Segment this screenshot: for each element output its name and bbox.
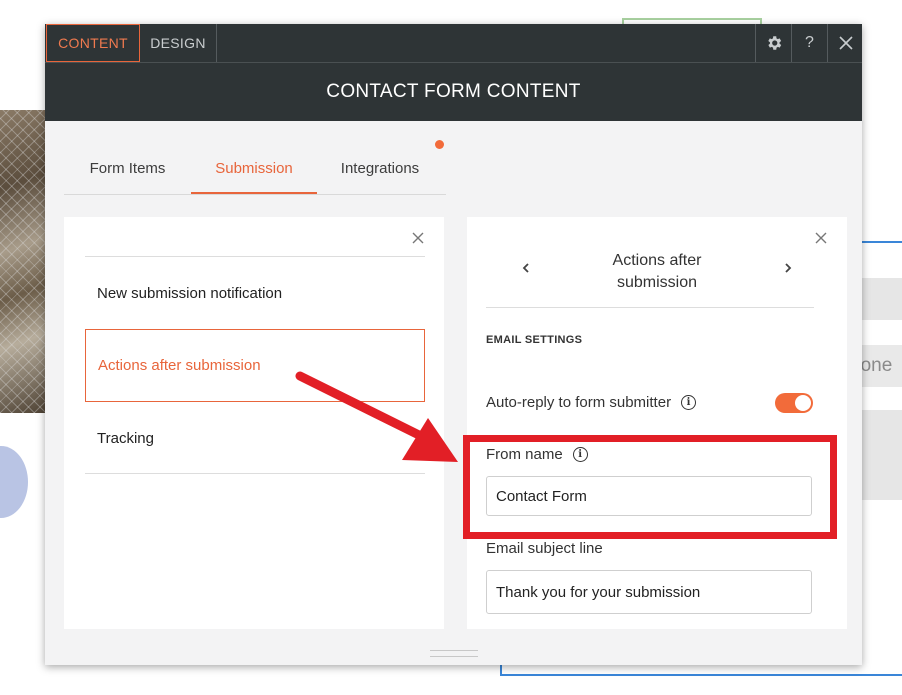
background-form-field [862,410,902,500]
auto-reply-label: Auto-reply to form submitter [486,394,672,411]
card-title: Actions after submission [567,250,747,294]
divider [85,256,425,257]
from-name-label-row: From name i [486,446,588,463]
help-button[interactable]: ? [791,24,827,62]
panel-title: CONTACT FORM CONTENT [45,63,862,121]
card-title-line: submission [616,274,698,291]
background-photo [0,110,46,413]
chevron-right-icon [785,263,792,273]
background-form-field [862,278,902,320]
close-card-button[interactable] [813,230,829,246]
email-subject-label: Email subject line [486,540,603,557]
close-icon [412,232,424,244]
option-tracking[interactable]: Tracking [85,418,425,458]
submission-options-card: New submission notification Actions afte… [64,217,444,629]
auto-reply-toggle[interactable] [775,393,813,413]
from-name-label: From name [486,446,563,463]
subtab-bar: Form Items Submission Integrations [64,144,446,195]
contact-form-settings-panel: CONTENT DESIGN ? CONTACT FORM CONTENT Fo… [45,24,862,665]
resize-handle[interactable] [430,650,478,657]
previous-button[interactable] [519,261,533,277]
divider [85,473,425,474]
gear-icon [767,36,781,50]
tab-integrations[interactable]: Integrations [317,144,443,192]
option-new-submission-notification[interactable]: New submission notification [85,274,425,312]
info-icon[interactable]: i [572,447,588,462]
chevron-left-icon [522,263,529,273]
info-icon[interactable]: i [681,395,697,410]
close-icon [815,232,827,244]
tab-submission[interactable]: Submission [191,144,317,194]
auto-reply-label-row: Auto-reply to form submitter i [486,394,697,411]
toggle-knob [795,395,811,411]
card-title-line: Actions after [612,252,702,269]
tab-content[interactable]: CONTENT [46,24,140,62]
section-label: EMAIL SETTINGS [486,334,583,346]
from-name-input[interactable] [486,476,812,516]
background-circle [0,446,28,518]
actions-after-submission-card: Actions after submission EMAIL SETTINGS … [467,217,847,629]
divider [486,307,814,308]
settings-button[interactable] [755,24,791,62]
close-card-button[interactable] [410,230,426,246]
notification-dot [435,140,444,149]
tab-form-items[interactable]: Form Items [64,144,191,192]
close-icon [838,36,853,50]
tab-design[interactable]: DESIGN [140,24,217,62]
option-actions-after-submission[interactable]: Actions after submission [85,329,425,402]
email-subject-input[interactable] [486,570,812,614]
panel-topbar: CONTENT DESIGN ? [45,24,862,63]
next-button[interactable] [781,261,795,277]
background-selection-frame [500,664,902,676]
close-panel-button[interactable] [827,24,863,62]
